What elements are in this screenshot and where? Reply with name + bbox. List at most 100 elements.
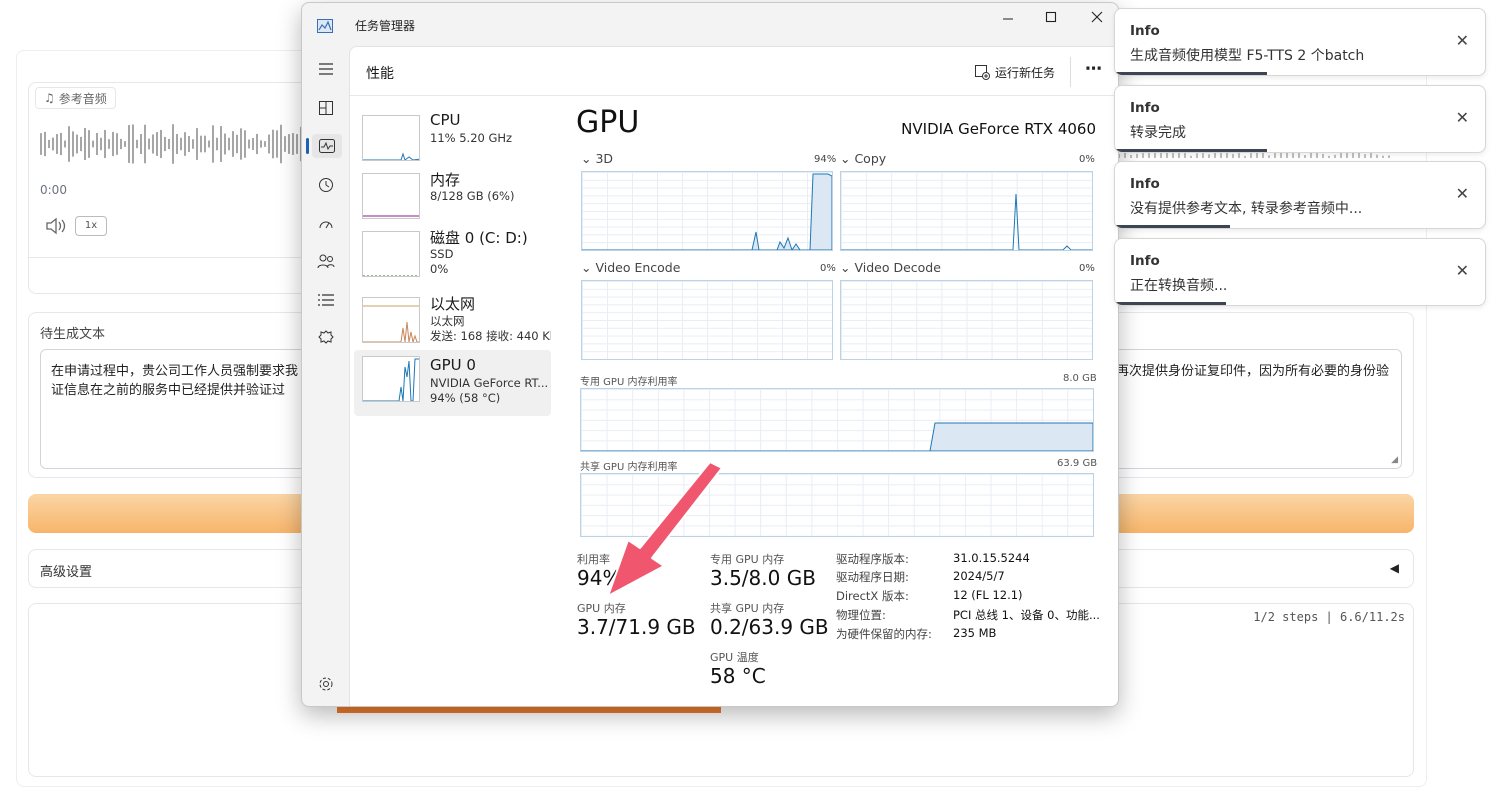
- device-thumb: [362, 297, 420, 343]
- chevron-down-icon: ⌄: [581, 260, 596, 275]
- device-sub1: NVIDIA GeForce RT...: [430, 376, 549, 390]
- device-thumb: [362, 231, 420, 277]
- engine-decode-value: 0%: [1079, 263, 1095, 274]
- device-name: CPU: [430, 111, 461, 129]
- progress-text: 1/2 steps | 6.6/11.2s: [1253, 610, 1405, 624]
- toast-close-icon[interactable]: ✕: [1456, 184, 1469, 203]
- toast-title: Info: [1130, 253, 1160, 269]
- history-icon[interactable]: [314, 173, 338, 197]
- performance-selected-indicator: [306, 138, 309, 154]
- device-sub1: SSD: [430, 247, 454, 261]
- device-disk[interactable]: 磁盘 0 (C: D:) SSD 0%: [354, 225, 551, 289]
- ref-audio-label: 参考音频: [58, 91, 107, 106]
- taskmgr-app-icon: [317, 18, 333, 33]
- toast-message: 生成音频使用模型 F5-TTS 2 个batch: [1130, 48, 1365, 64]
- chevron-down-icon: ⌄: [840, 151, 855, 166]
- toast-notification: Info 生成音频使用模型 F5-TTS 2 个batch ✕: [1114, 8, 1486, 76]
- info-label: 驱动程序日期:: [836, 570, 909, 584]
- waveform[interactable]: [39, 119, 319, 169]
- engine-3d-value: 94%: [814, 154, 837, 165]
- gen-text-label: 待生成文本: [40, 327, 106, 342]
- ref-audio-block: ♫ 参考音频 0:00 1x: [28, 82, 318, 294]
- info-label: 驱动程序版本:: [836, 552, 909, 566]
- services-icon[interactable]: [314, 326, 338, 350]
- collapse-arrow-icon[interactable]: ◀: [1390, 561, 1399, 575]
- chevron-down-icon: ⌄: [581, 151, 596, 166]
- engine-3d-graph: [581, 171, 833, 252]
- maximize-icon[interactable]: [1041, 7, 1061, 27]
- toast-close-icon[interactable]: ✕: [1456, 108, 1469, 127]
- toast-title: Info: [1130, 23, 1160, 39]
- shared-mem-max: 63.9 GB: [1057, 458, 1098, 469]
- music-note-icon: ♫: [44, 91, 55, 105]
- close-icon[interactable]: [1087, 7, 1107, 27]
- speed-button[interactable]: 1x: [75, 216, 107, 236]
- advanced-label: 高级设置: [40, 565, 93, 580]
- device-cpu[interactable]: CPU 11% 5.20 GHz: [354, 109, 551, 173]
- progress-bar: [337, 706, 1104, 713]
- run-task-button[interactable]: 运行新任务: [975, 62, 1055, 82]
- engine-3d-label[interactable]: ⌄ 3D: [581, 151, 613, 166]
- device-sub2: 发送: 168 接收: 440 Kb: [430, 329, 551, 343]
- performance-icon[interactable]: [312, 134, 342, 158]
- toast-message: 正在转换音频...: [1130, 278, 1228, 294]
- shared-memory-label: 共享 GPU 内存: [710, 602, 785, 615]
- dedicated-mem-max: 8.0 GB: [1063, 373, 1097, 384]
- gen-text-left: 在申请过程中，贵公司工作人员强制要求我: [51, 364, 299, 379]
- info-label: 为硬件保留的内存:: [836, 627, 932, 641]
- toast-timer-bar: [1115, 225, 1230, 228]
- engine-decode-graph: [840, 280, 1093, 360]
- info-value: 12 (FL 12.1): [953, 588, 1023, 602]
- shared-memory-value: 0.2/63.9 GB: [710, 615, 829, 639]
- chevron-down-icon: ⌄: [840, 260, 855, 275]
- device-thumb: [362, 173, 420, 219]
- engine-encode-label[interactable]: ⌄ Video Encode: [581, 260, 680, 275]
- toast-timer-bar: [1115, 72, 1267, 75]
- device-name: GPU 0: [430, 356, 476, 374]
- run-task-label: 运行新任务: [995, 65, 1056, 80]
- engine-copy-label[interactable]: ⌄ Copy: [840, 151, 886, 166]
- engine-encode-graph: [581, 280, 833, 360]
- header-divider: [1070, 57, 1071, 87]
- section-title: 性能: [366, 66, 394, 82]
- device-sub1: 11% 5.20 GHz: [430, 131, 513, 145]
- volume-icon[interactable]: [45, 217, 67, 235]
- processes-icon[interactable]: [314, 96, 338, 120]
- device-gpu0-selected[interactable]: GPU 0 NVIDIA GeForce RT... 94% (58 °C): [354, 350, 551, 416]
- gpu-memory-label: GPU 内存: [577, 602, 626, 615]
- startup-icon[interactable]: [314, 211, 338, 235]
- gpu-temp-label: GPU 温度: [710, 651, 759, 664]
- device-name: 磁盘 0 (C: D:): [430, 229, 528, 247]
- toast-timer-bar: [1115, 302, 1226, 305]
- toast-close-icon[interactable]: ✕: [1456, 31, 1469, 50]
- gpu-memory-value: 3.7/71.9 GB: [577, 615, 696, 639]
- divider: [29, 257, 317, 258]
- engine-encode-value: 0%: [820, 263, 836, 274]
- minimize-icon[interactable]: [998, 9, 1018, 29]
- engine-decode-label[interactable]: ⌄ Video Decode: [840, 260, 941, 275]
- info-label: DirectX 版本:: [836, 589, 909, 603]
- resize-handle-icon[interactable]: ◢: [1391, 455, 1398, 465]
- device-memory[interactable]: 内存 8/128 GB (6%): [354, 167, 551, 231]
- info-value: PCI 总线 1、设备 0、功能...: [953, 608, 1100, 622]
- gen-text-line2: 证信息在之前的服务中已经提供并验证过: [51, 383, 286, 398]
- toast-notification: Info 转录完成 ✕: [1114, 85, 1486, 153]
- details-icon[interactable]: [314, 288, 338, 312]
- more-options-icon[interactable]: ⋯: [1085, 59, 1102, 79]
- ref-audio-tag: ♫ 参考音频: [35, 87, 116, 109]
- annotation-arrow: [607, 462, 723, 597]
- toast-timer-bar: [1115, 149, 1267, 152]
- gpu-model: NVIDIA GeForce RTX 4060: [901, 120, 1096, 138]
- toast-message: 没有提供参考文本, 转录参考音频中...: [1130, 201, 1363, 217]
- settings-icon[interactable]: [314, 672, 338, 696]
- dedicated-mem-label: 专用 GPU 内存利用率: [580, 377, 678, 388]
- menu-icon[interactable]: [314, 57, 338, 81]
- info-label: 物理位置:: [836, 608, 886, 622]
- device-name: 以太网: [430, 295, 476, 313]
- users-icon[interactable]: [314, 249, 338, 273]
- engine-copy-graph: [840, 171, 1093, 251]
- device-ethernet[interactable]: 以太网 以太网 发送: 168 接收: 440 Kb: [354, 291, 551, 355]
- device-thumb: [362, 356, 420, 402]
- gpu-temp-value: 58 °C: [710, 664, 766, 688]
- toast-close-icon[interactable]: ✕: [1456, 261, 1469, 280]
